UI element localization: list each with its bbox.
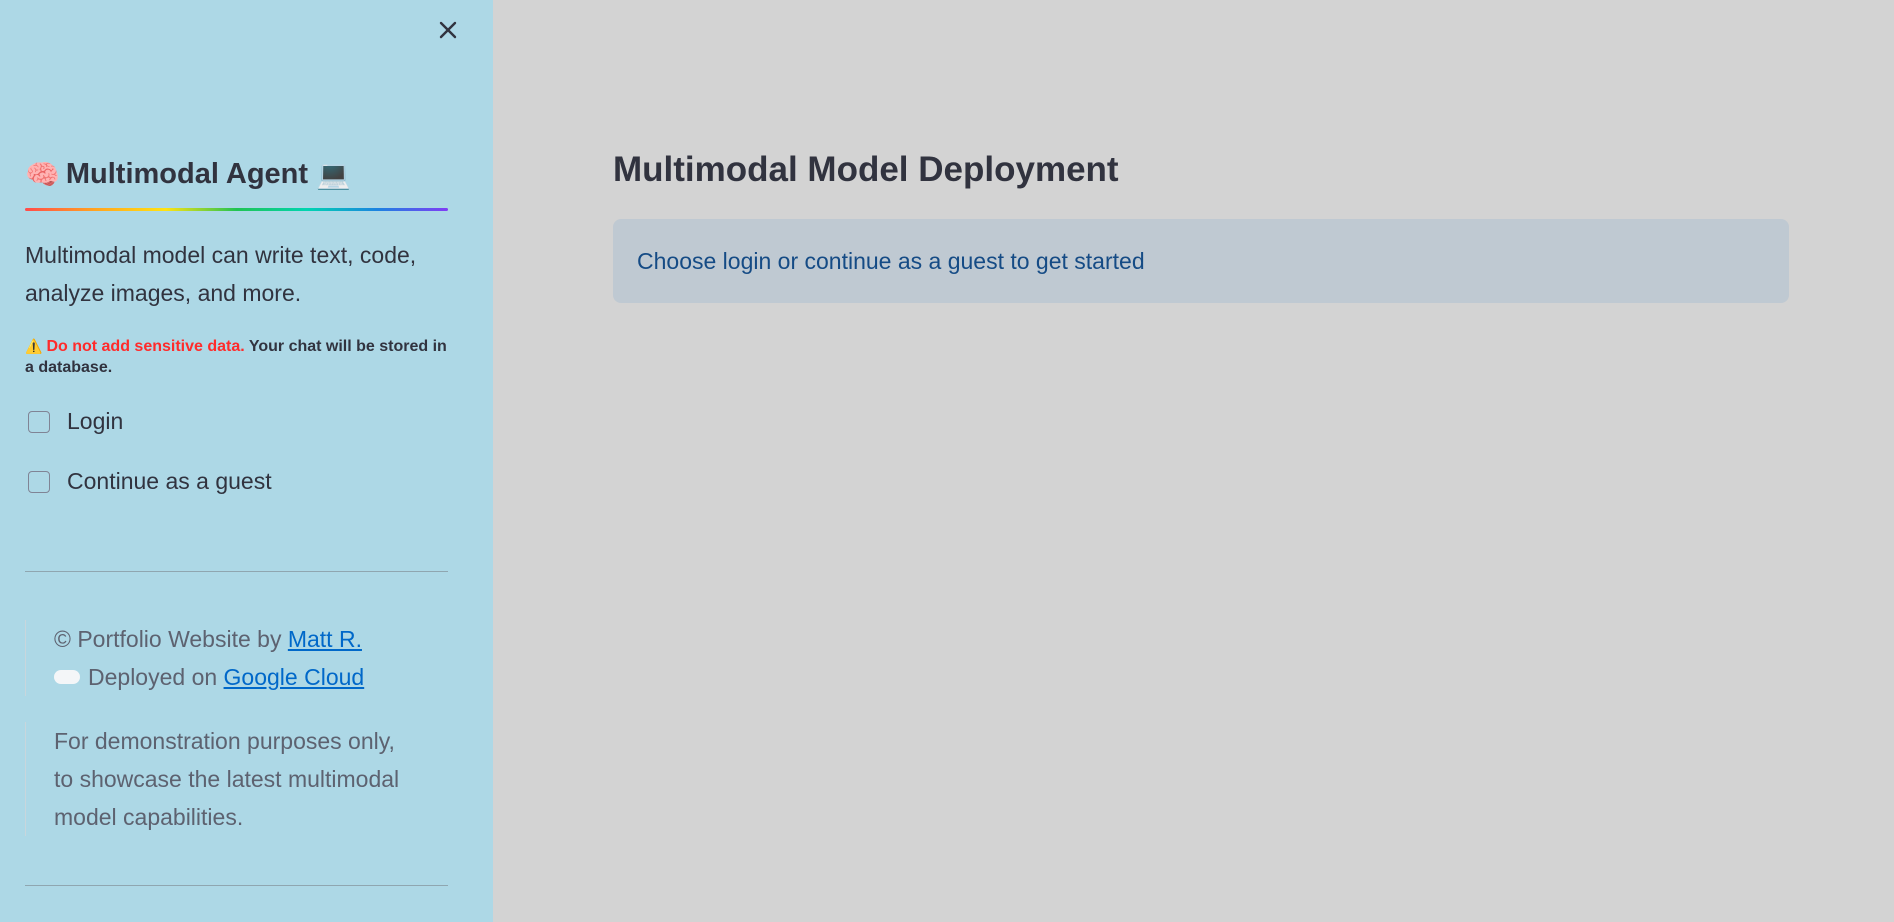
info-message: Choose login or continue as a guest to g… bbox=[637, 247, 1145, 274]
portfolio-link[interactable]: Matt R. bbox=[288, 626, 362, 652]
guest-checkbox-box[interactable] bbox=[28, 470, 50, 493]
deployed-prefix: Deployed on bbox=[88, 664, 218, 690]
demo-note-text: For demonstration purposes only, to show… bbox=[54, 728, 400, 830]
portfolio-prefix: © Portfolio Website by bbox=[54, 626, 282, 652]
close-icon bbox=[439, 21, 457, 39]
cloud-icon bbox=[54, 669, 80, 684]
deployed-line: Deployed on Google Cloud bbox=[54, 658, 448, 696]
login-checkbox-box[interactable] bbox=[28, 410, 50, 433]
sidebar-title-text: Multimodal Agent bbox=[65, 158, 309, 190]
sidebar-title: 🧠 Multimodal Agent 💻 bbox=[25, 158, 448, 191]
close-sidebar-button[interactable] bbox=[432, 14, 464, 46]
title-rainbow-divider bbox=[25, 208, 448, 211]
demo-note-block: For demonstration purposes only, to show… bbox=[25, 722, 448, 836]
sidebar-divider-top bbox=[25, 571, 448, 572]
warning-red-text: Do not add sensitive data. bbox=[46, 338, 245, 355]
warning-icon: ⚠️ bbox=[25, 338, 43, 354]
brain-icon: 🧠 bbox=[25, 159, 60, 190]
credits-block: © Portfolio Website by Matt R. Deployed … bbox=[25, 620, 448, 696]
sidebar-divider-bottom bbox=[25, 885, 448, 886]
google-cloud-link[interactable]: Google Cloud bbox=[224, 664, 365, 690]
guest-checkbox-label[interactable]: Continue as a guest bbox=[67, 468, 272, 495]
guest-checkbox[interactable]: Continue as a guest bbox=[25, 468, 272, 495]
sidebar-description: Multimodal model can write text, code, a… bbox=[25, 242, 417, 306]
info-alert: Choose login or continue as a guest to g… bbox=[613, 219, 1789, 303]
laptop-icon: 💻 bbox=[316, 159, 351, 190]
portfolio-line: © Portfolio Website by Matt R. bbox=[54, 620, 448, 658]
sidebar: 🧠 Multimodal Agent 💻 Multimodal model ca… bbox=[0, 0, 493, 922]
page-title: Multimodal Model Deployment bbox=[613, 150, 1119, 189]
sensitive-data-warning: ⚠️ Do not add sensitive data. Your chat w… bbox=[25, 336, 448, 378]
login-checkbox[interactable]: Login bbox=[25, 408, 123, 435]
login-checkbox-label[interactable]: Login bbox=[67, 408, 123, 435]
